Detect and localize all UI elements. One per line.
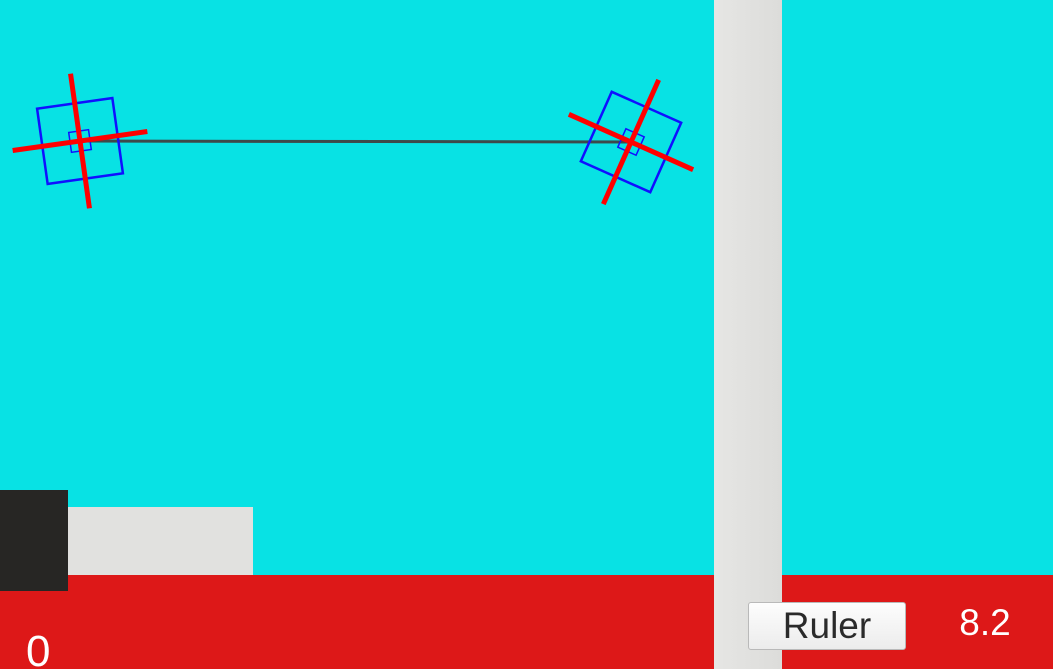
- ruler-line: [79, 139, 631, 144]
- ruler-button[interactable]: Ruler: [748, 602, 906, 650]
- game-scene[interactable]: Ruler 8.2 0: [0, 0, 1053, 669]
- distance-readout: 8.2: [959, 602, 1011, 643]
- score-readout: 0: [26, 627, 51, 669]
- measurement-overlay: [12, 73, 695, 209]
